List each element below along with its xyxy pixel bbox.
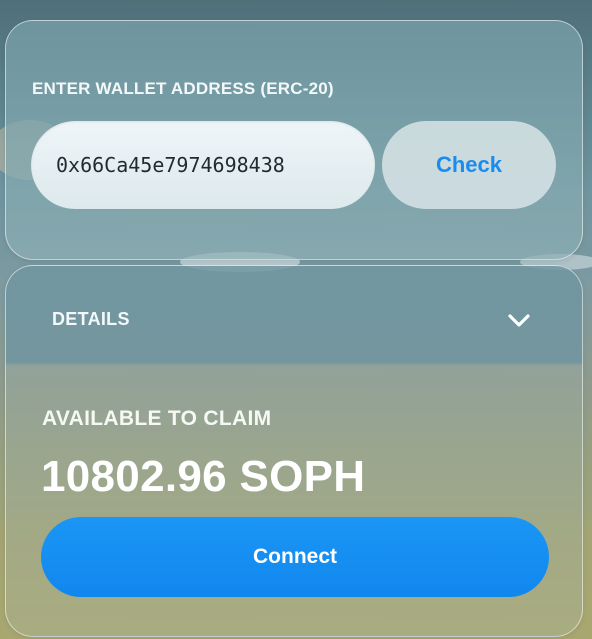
claim-amount: 10802.96 SOPH: [41, 452, 366, 501]
wallet-card: ENTER WALLET ADDRESS (ERC-20) Check: [5, 20, 583, 260]
wallet-address-label: ENTER WALLET ADDRESS (ERC-20): [32, 79, 334, 98]
available-to-claim-label: AVAILABLE TO CLAIM: [42, 407, 272, 430]
details-card: DETAILS AVAILABLE TO CLAIM 10802.96 SOPH…: [5, 265, 583, 637]
chevron-down-icon: [508, 314, 530, 327]
check-button[interactable]: Check: [382, 121, 556, 209]
details-toggle[interactable]: DETAILS: [6, 266, 582, 364]
connect-button[interactable]: Connect: [41, 517, 549, 597]
details-label: DETAILS: [52, 309, 130, 329]
wallet-address-input[interactable]: [31, 121, 375, 209]
